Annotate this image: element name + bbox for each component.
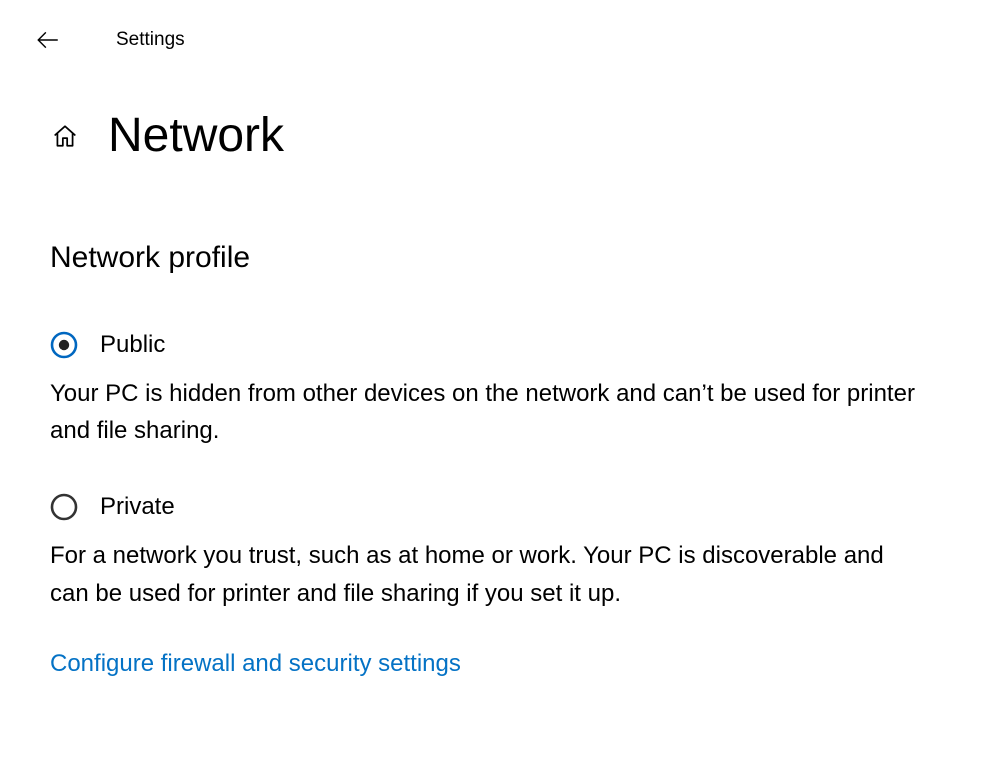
option-private: Private For a network you trust, such as… [50,493,950,611]
back-button[interactable] [28,20,68,60]
radio-public-label: Public [100,331,165,359]
page-title: Network [108,108,284,163]
radio-unselected-icon [50,493,78,521]
app-title: Settings [116,29,185,51]
radio-private-label: Private [100,493,175,521]
back-arrow-icon [35,27,61,53]
section-heading-network-profile: Network profile [50,241,950,275]
home-icon [52,123,78,149]
option-private-description: For a network you trust, such as at home… [50,537,920,611]
option-public: Public Your PC is hidden from other devi… [50,331,950,449]
radio-selected-icon [50,331,78,359]
home-button[interactable] [50,121,80,151]
radio-public[interactable] [50,331,78,359]
radio-private[interactable] [50,493,78,521]
option-public-description: Your PC is hidden from other devices on … [50,375,920,449]
link-firewall-settings[interactable]: Configure firewall and security settings [50,650,461,678]
